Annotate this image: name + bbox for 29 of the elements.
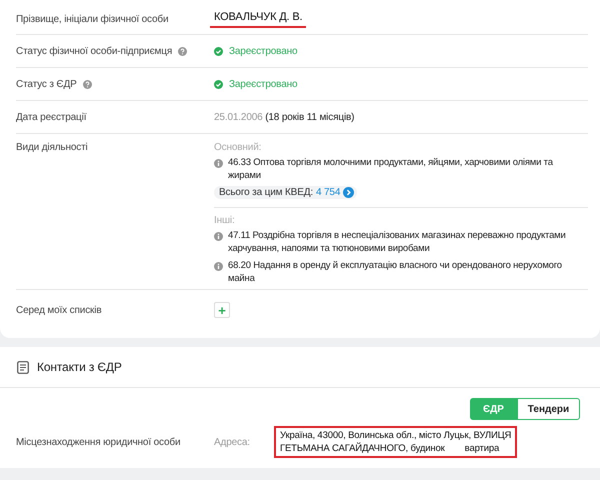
field-label: Прізвище, ініціали фізичної особи: [16, 14, 170, 25]
registration-age: (18 років 11 місяців): [265, 112, 354, 122]
field-label: Місцезнаходження юридичної особи: [16, 436, 182, 448]
info-icon: [214, 262, 223, 271]
chevron-icon: [343, 187, 354, 198]
section-caption: Інші:: [214, 215, 236, 226]
activity-text: 47.11 Роздрібна торгівля в неспеціалізованих магазинах переважно продуктами харчування, напоями та тютюновими виробами: [228, 229, 567, 255]
person-name: КОВАЛЬЧУК Д. В.: [210, 11, 306, 28]
kved-total-badge[interactable]: Всього за цим КВЕД: 4 754: [214, 186, 358, 199]
field-label: Статус фізичної особи-підприємця: [16, 46, 172, 56]
source-tab[interactable]: Тендери: [517, 398, 580, 420]
status-text: Зареєстровано: [229, 78, 298, 90]
field-label: Види діяльності: [16, 142, 89, 153]
field-label: Серед моїх списків: [16, 304, 103, 316]
section-title: Контакти з ЄДР: [37, 360, 122, 374]
status-text: Зареєстровано: [229, 46, 298, 56]
activity-text: 68.20 Надання в оренду й експлуатацію власного чи орендованого нерухомого майна: [228, 259, 563, 285]
activity-text: 46.33 Оптова торгівля молочними продуктами, яйцями, харчовими оліями та жирами: [228, 156, 554, 182]
registration-date: 25.01.2006: [214, 112, 263, 122]
document-icon: [17, 360, 29, 374]
field-label: Дата реєстрації: [16, 112, 88, 122]
section-caption: Основний:: [214, 142, 262, 153]
help-icon[interactable]: [82, 80, 92, 88]
field-label: Статус з ЄДР: [16, 78, 77, 90]
address-label: Адреса:: [214, 436, 251, 448]
help-icon[interactable]: [178, 46, 188, 56]
address-text: Україна, 43000, Волинська обл., місто Луцьк, ВУЛИЦЯ ГЕТЬМАНА САГАЙДАЧНОГО, будинок вартира: [274, 426, 518, 458]
info-icon: [214, 159, 223, 168]
info-icon: [214, 232, 223, 241]
